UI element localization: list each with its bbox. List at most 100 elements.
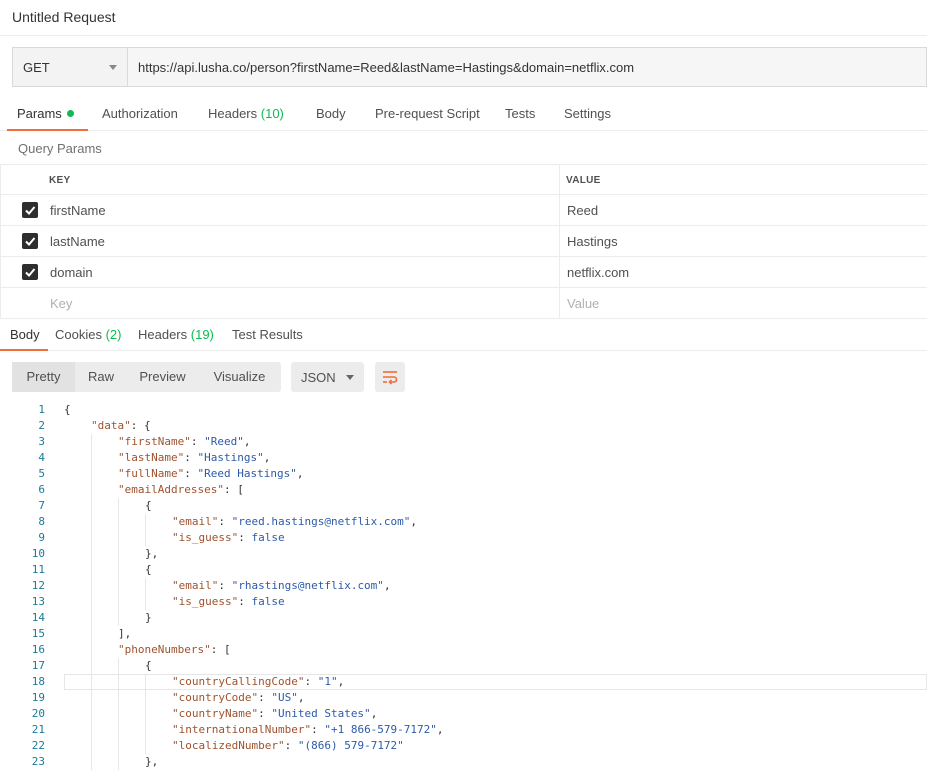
code-text: { <box>145 658 927 674</box>
indent-guide <box>118 530 119 546</box>
table-header-row: KEY VALUE <box>0 164 927 195</box>
value-column-header: VALUE <box>566 175 601 186</box>
code-text: "data": { <box>91 418 927 434</box>
code-text: } <box>145 610 927 626</box>
indent-guide <box>118 722 119 738</box>
method-select[interactable]: GET <box>13 48 128 86</box>
wrap-lines-icon <box>383 371 398 385</box>
param-value[interactable]: netflix.com <box>567 265 629 280</box>
tab-label: Body <box>10 327 40 342</box>
code-line: 11 { <box>0 562 927 578</box>
param-key[interactable]: firstName <box>50 203 106 218</box>
tab-body[interactable]: Body <box>316 98 346 130</box>
indent-guide <box>145 690 146 706</box>
format-label: JSON <box>301 369 336 385</box>
view-pretty-button[interactable]: Pretty <box>12 362 75 392</box>
code-text: "emailAddresses": [ <box>118 482 927 498</box>
row-checkbox[interactable] <box>22 233 38 249</box>
param-key[interactable]: lastName <box>50 234 105 249</box>
indent-guide <box>91 530 92 546</box>
indent-guide <box>145 530 146 546</box>
format-select[interactable]: JSON <box>291 362 364 392</box>
code-line: 6 "emailAddresses": [ <box>0 482 927 498</box>
view-raw-button[interactable]: Raw <box>75 362 127 392</box>
line-number: 3 <box>38 435 45 448</box>
indent-guide <box>145 674 146 690</box>
json-key: "countryCallingCode" <box>172 675 305 688</box>
wrap-lines-button[interactable] <box>375 362 405 392</box>
indent-guide <box>91 642 92 658</box>
response-body-editor[interactable]: 1{2 "data": {3 "firstName": "Reed", 4 "lastN… <box>0 402 927 773</box>
json-key: "email" <box>172 515 219 528</box>
json-punctuation: , <box>243 435 251 448</box>
tab-label: Headers <box>208 106 258 121</box>
code-text: { <box>145 498 927 514</box>
new-value-input[interactable]: Value <box>567 296 599 311</box>
json-punctuation: : <box>218 579 232 592</box>
indent-guide <box>91 754 92 770</box>
new-key-input[interactable]: Key <box>50 296 72 311</box>
tab-test-results[interactable]: Test Results <box>232 320 303 350</box>
query-params-table: KEY VALUE firstName Reed lastName Hastin… <box>0 164 927 319</box>
tab-headers[interactable]: Headers (10) <box>208 98 284 130</box>
param-key[interactable]: domain <box>50 265 93 280</box>
key-column-header: KEY <box>49 175 71 186</box>
url-input[interactable]: https://api.lusha.co/person?firstName=Re… <box>128 48 926 86</box>
query-params-label: Query Params <box>18 141 102 156</box>
json-key: "countryCode" <box>172 691 259 704</box>
json-key: "internationalNumber" <box>172 723 312 736</box>
code-line: 12 "email": "rhastings@netflix.com", <box>0 578 927 594</box>
line-number: 11 <box>31 563 45 576</box>
json-key: "firstName" <box>118 435 191 448</box>
indent-guide <box>91 498 92 514</box>
json-key: "data" <box>91 419 131 432</box>
response-tabs: Body Cookies (2) Headers (19) Test Resul… <box>0 320 927 351</box>
code-line: 10}, <box>0 546 927 562</box>
code-line: 20 "countryName": "United States", <box>0 706 927 722</box>
request-url-bar: GET https://api.lusha.co/person?firstNam… <box>12 47 927 87</box>
request-title[interactable]: Untitled Request <box>12 9 116 25</box>
indent-guide <box>91 626 92 642</box>
chevron-down-icon <box>346 374 354 380</box>
tab-pre-request-script[interactable]: Pre-request Script <box>375 98 480 130</box>
chevron-down-icon <box>109 64 117 70</box>
code-text: }, <box>145 754 927 770</box>
indent-guide <box>91 706 92 722</box>
json-punctuation: , <box>436 723 444 736</box>
param-value[interactable]: Hastings <box>567 234 618 249</box>
indent-guide <box>91 514 92 530</box>
line-number: 5 <box>38 467 45 480</box>
checkmark-icon <box>25 268 36 277</box>
tab-tests[interactable]: Tests <box>505 98 535 130</box>
table-row: domain netflix.com <box>0 257 927 288</box>
tab-cookies[interactable]: Cookies (2) <box>55 320 121 350</box>
json-punctuation: , <box>337 675 345 688</box>
indent-guide <box>118 754 119 770</box>
json-value: "(866) 579-7172" <box>297 739 404 752</box>
json-key: "fullName" <box>118 467 185 480</box>
indent-guide <box>145 722 146 738</box>
json-value: "United States" <box>271 707 371 720</box>
code-line: 21 "internationalNumber": "+1 866-579-717… <box>0 722 927 738</box>
tab-label: Tests <box>505 106 536 121</box>
param-value[interactable]: Reed <box>567 203 598 218</box>
view-preview-button[interactable]: Preview <box>127 362 198 392</box>
json-punctuation: : <box>258 691 272 704</box>
row-checkbox[interactable] <box>22 202 38 218</box>
tab-response-body[interactable]: Body <box>0 320 48 351</box>
line-number: 8 <box>38 515 45 528</box>
tab-count: (2) <box>105 327 122 342</box>
indent-guide <box>145 706 146 722</box>
code-line: 23}, <box>0 754 927 770</box>
row-checkbox[interactable] <box>22 264 38 280</box>
tab-params[interactable]: Params <box>7 98 88 131</box>
view-visualize-button[interactable]: Visualize <box>198 362 281 392</box>
line-number: 20 <box>31 707 45 720</box>
tab-settings[interactable]: Settings <box>564 98 611 130</box>
json-punctuation: }, <box>145 547 159 560</box>
table-row: firstName Reed <box>0 195 927 226</box>
tab-response-headers[interactable]: Headers (19) <box>138 320 214 350</box>
code-line: 19 "countryCode": "US", <box>0 690 927 706</box>
tab-authorization[interactable]: Authorization <box>102 98 178 130</box>
indent-guide <box>91 434 92 450</box>
